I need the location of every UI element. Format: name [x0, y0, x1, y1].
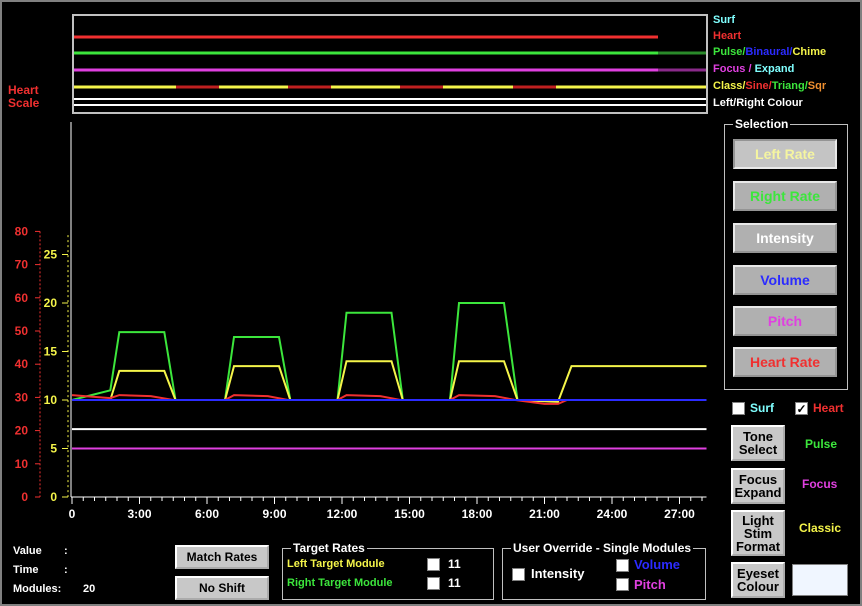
heart-scale-tick-label: 20 [15, 424, 29, 438]
light-stim-line-3: Format [735, 538, 781, 554]
x-axis-tick-label: 27:00 [664, 507, 695, 521]
legend-expand: Expand [754, 63, 795, 75]
light-stim-value: Classic [799, 521, 842, 535]
modules-value: 20 [83, 583, 96, 595]
value-label: Value [13, 545, 42, 557]
x-axis-tick-label: 12:00 [327, 507, 358, 521]
volume-override-label: Volume [634, 557, 680, 572]
legend-class: Class/ [713, 80, 746, 92]
pitch-override-label: Pitch [634, 577, 666, 592]
heart-scale-tick-label: 10 [15, 457, 29, 471]
volume-override-checkbox[interactable] [616, 559, 629, 572]
match-rates-button[interactable]: Match Rates [175, 545, 269, 569]
user-override-title: User Override - Single Modules [511, 541, 694, 555]
x-axis-tick-label: 9:00 [262, 507, 286, 521]
left-rate-button[interactable]: Left Rate [733, 139, 837, 169]
inner-scale-tick-label: 5 [50, 442, 57, 456]
x-axis-tick-label: 3:00 [127, 507, 151, 521]
x-axis-tick-label: 15:00 [394, 507, 425, 521]
light-stim-line-2: Stim [743, 525, 773, 541]
light-stim-format-button[interactable]: Light Stim Format [731, 510, 785, 556]
focus-expand-button[interactable]: Focus Expand [731, 468, 785, 504]
eyeset-colour-swatch[interactable] [792, 564, 848, 596]
right-target-value: 11 [448, 576, 461, 590]
inner-scale-tick-label: 10 [44, 393, 58, 407]
legend-class-row: Class/Sine/Triang/Sqr [713, 80, 826, 92]
legend-triang: Triang/ [771, 80, 808, 92]
right-target-checkbox[interactable] [427, 577, 440, 590]
pitch-button[interactable]: Pitch [733, 306, 837, 336]
legend-pulse-row: Pulse/Binaural/Chime [713, 46, 826, 58]
x-axis-tick-label: 6:00 [195, 507, 219, 521]
selection-title: Selection [733, 117, 791, 131]
heart-scale-tick-label: 0 [21, 490, 28, 504]
main-chart: 8070605040302010025201510500 3:00 6:00 9:00… [15, 122, 707, 521]
surf-checkbox-label: Surf [750, 401, 774, 415]
right-rate-button[interactable]: Right Rate [733, 181, 837, 211]
left-target-checkbox[interactable] [427, 558, 440, 571]
legend-binaural: Binaural/ [745, 46, 793, 58]
no-shift-button[interactable]: No Shift [175, 576, 269, 600]
heart-rate-button[interactable]: Heart Rate [733, 347, 837, 377]
overview-strip [72, 14, 708, 114]
inner-scale-tick-label: 15 [44, 345, 58, 359]
target-rates-title: Target Rates [291, 541, 367, 555]
heart-scale-tick-label: 50 [15, 324, 29, 338]
inner-scale-tick-label: 20 [44, 296, 58, 310]
volume-button[interactable]: Volume [733, 265, 837, 295]
left-target-value: 11 [448, 557, 461, 571]
heart-scale-tick-label: 30 [15, 390, 29, 404]
tone-select-value: Pulse [805, 437, 838, 451]
eyeset-colour-line-2: Colour [737, 579, 779, 594]
x-axis-tick-label: 24:00 [597, 507, 628, 521]
time-label: Time [13, 564, 39, 576]
series-line-yellow [72, 360, 707, 403]
series-line-green [71, 302, 707, 401]
surf-checkbox[interactable] [732, 402, 745, 415]
pitch-override-checkbox[interactable] [616, 578, 629, 591]
right-target-label: Right Target Module [287, 577, 393, 589]
focus-expand-value: Focus [802, 477, 838, 491]
inner-scale-tick-label: 25 [44, 248, 58, 262]
x-axis-tick-label: 0 [69, 507, 76, 521]
heart-scale-tick-label: 60 [15, 291, 29, 305]
heart-checkbox-label: Heart [813, 401, 844, 415]
legend-surf: Surf [713, 14, 735, 26]
heart-scale-title: Heart Scale [8, 84, 39, 110]
light-stim-line-1: Light [742, 512, 774, 528]
x-axis-tick-label: 21:00 [529, 507, 560, 521]
heart-scale-tick-label: 40 [15, 357, 29, 371]
eyeset-colour-button[interactable]: Eyeset Colour [731, 562, 785, 598]
legend-focus: Focus [713, 63, 746, 75]
target-rates-group: Target Rates [282, 541, 494, 600]
value-colon: : [64, 545, 68, 557]
tone-select-button[interactable]: Tone Select [731, 425, 785, 461]
time-colon: : [64, 564, 68, 576]
legend-sqr: Sqr [807, 80, 827, 92]
legend-focus-row: Focus / Expand [713, 63, 794, 75]
heart-scale-tick-label: 80 [15, 224, 29, 238]
focus-expand-line-2: Expand [734, 485, 782, 500]
inner-scale-tick-label: 0 [50, 490, 57, 504]
legend-slash: / [745, 63, 755, 75]
intensity-override-checkbox[interactable] [512, 568, 525, 581]
heart-scale-title-2: Scale [8, 96, 40, 110]
left-target-label: Left Target Module [287, 558, 385, 570]
tone-select-line-2: Select [738, 442, 778, 457]
heart-checkbox[interactable]: ✓ [795, 402, 808, 415]
app-window: Surf Heart Pulse/Binaural/Chime Focus / … [0, 0, 862, 606]
legend-pulse: Pulse/ [713, 46, 746, 58]
intensity-override-label: Intensity [531, 566, 585, 581]
heart-scale-tick-label: 70 [15, 258, 29, 272]
legend-lr-colour: Left/Right Colour [713, 97, 803, 109]
legend-heart: Heart [713, 30, 742, 42]
legend-sine: Sine/ [745, 80, 772, 92]
modules-label: Modules: [13, 583, 62, 595]
legend-chime: Chime [792, 46, 827, 58]
x-axis-tick-label: 18:00 [462, 507, 493, 521]
intensity-button[interactable]: Intensity [733, 223, 837, 253]
